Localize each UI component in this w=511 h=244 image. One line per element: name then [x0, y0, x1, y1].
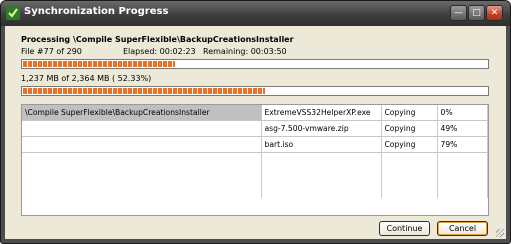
percent-cell: 0%: [437, 105, 488, 121]
close-icon: ✕: [490, 8, 499, 18]
processing-label: Processing \Compile SuperFlexible\Backup…: [21, 35, 294, 44]
folder-cell: \Compile SuperFlexible\BackupCreationsIn…: [22, 105, 262, 121]
empty-cell: [261, 152, 382, 168]
resize-grip-icon[interactable]: [496, 229, 504, 237]
empty-cell: [22, 183, 262, 198]
minimize-icon: —: [454, 8, 463, 18]
file-name-cell: asg-7.500-vmware.zip: [261, 120, 382, 137]
file-count-label: File #77 of 290: [21, 47, 82, 56]
action-cell: Copying: [381, 120, 438, 137]
window-title: Synchronization Progress: [24, 6, 169, 17]
folder-cell: [22, 120, 262, 137]
file-progress-fill: [23, 61, 175, 67]
sync-progress-window: Synchronization Progress — □ ✕ Processin…: [0, 0, 511, 244]
continue-button[interactable]: Continue: [379, 221, 430, 236]
empty-cell: [381, 183, 438, 198]
file-progress-bar: [21, 59, 489, 69]
total-progress-bar: [21, 86, 489, 96]
table-row[interactable]: \Compile SuperFlexible\BackupCreationsIn…: [22, 105, 488, 121]
empty-row: [22, 183, 488, 198]
action-cell: Copying: [381, 105, 438, 121]
maximize-button[interactable]: □: [468, 5, 485, 21]
empty-cell: [261, 168, 382, 183]
empty-cell: [437, 168, 488, 183]
remaining-label: Remaining: 00:03:50: [203, 47, 287, 56]
empty-cell: [437, 183, 488, 198]
cancel-button[interactable]: Cancel: [437, 221, 488, 236]
dialog-body: Processing \Compile SuperFlexible\Backup…: [5, 26, 506, 239]
empty-cell: [381, 168, 438, 183]
title-bar[interactable]: Synchronization Progress — □ ✕: [1, 1, 510, 26]
empty-cell: [22, 152, 262, 168]
file-name-cell: ExtremeVSS32HelperXP.exe: [261, 105, 382, 121]
folder-cell: [22, 136, 262, 153]
empty-row: [22, 152, 488, 168]
percent-cell: 79%: [437, 136, 488, 153]
empty-cell: [437, 152, 488, 168]
percent-cell: 49%: [437, 120, 488, 137]
maximize-icon: □: [472, 8, 481, 18]
empty-cell: [261, 183, 382, 198]
table-row[interactable]: asg-7.500-vmware.zip Copying 49%: [22, 120, 488, 137]
elapsed-label: Elapsed: 00:02:23: [123, 47, 196, 56]
bytes-label: 1,237 MB of 2,364 MB ( 52.33%): [21, 74, 152, 83]
action-cell: Copying: [381, 136, 438, 153]
app-icon: [6, 6, 20, 20]
empty-row: [22, 168, 488, 183]
file-name-cell: bart.iso: [261, 136, 382, 153]
table-row[interactable]: bart.iso Copying 79%: [22, 136, 488, 153]
close-button[interactable]: ✕: [486, 5, 503, 21]
minimize-button[interactable]: —: [450, 5, 467, 21]
total-progress-fill: [23, 88, 265, 94]
empty-cell: [381, 152, 438, 168]
transfer-list[interactable]: \Compile SuperFlexible\BackupCreationsIn…: [21, 104, 489, 216]
empty-cell: [22, 168, 262, 183]
